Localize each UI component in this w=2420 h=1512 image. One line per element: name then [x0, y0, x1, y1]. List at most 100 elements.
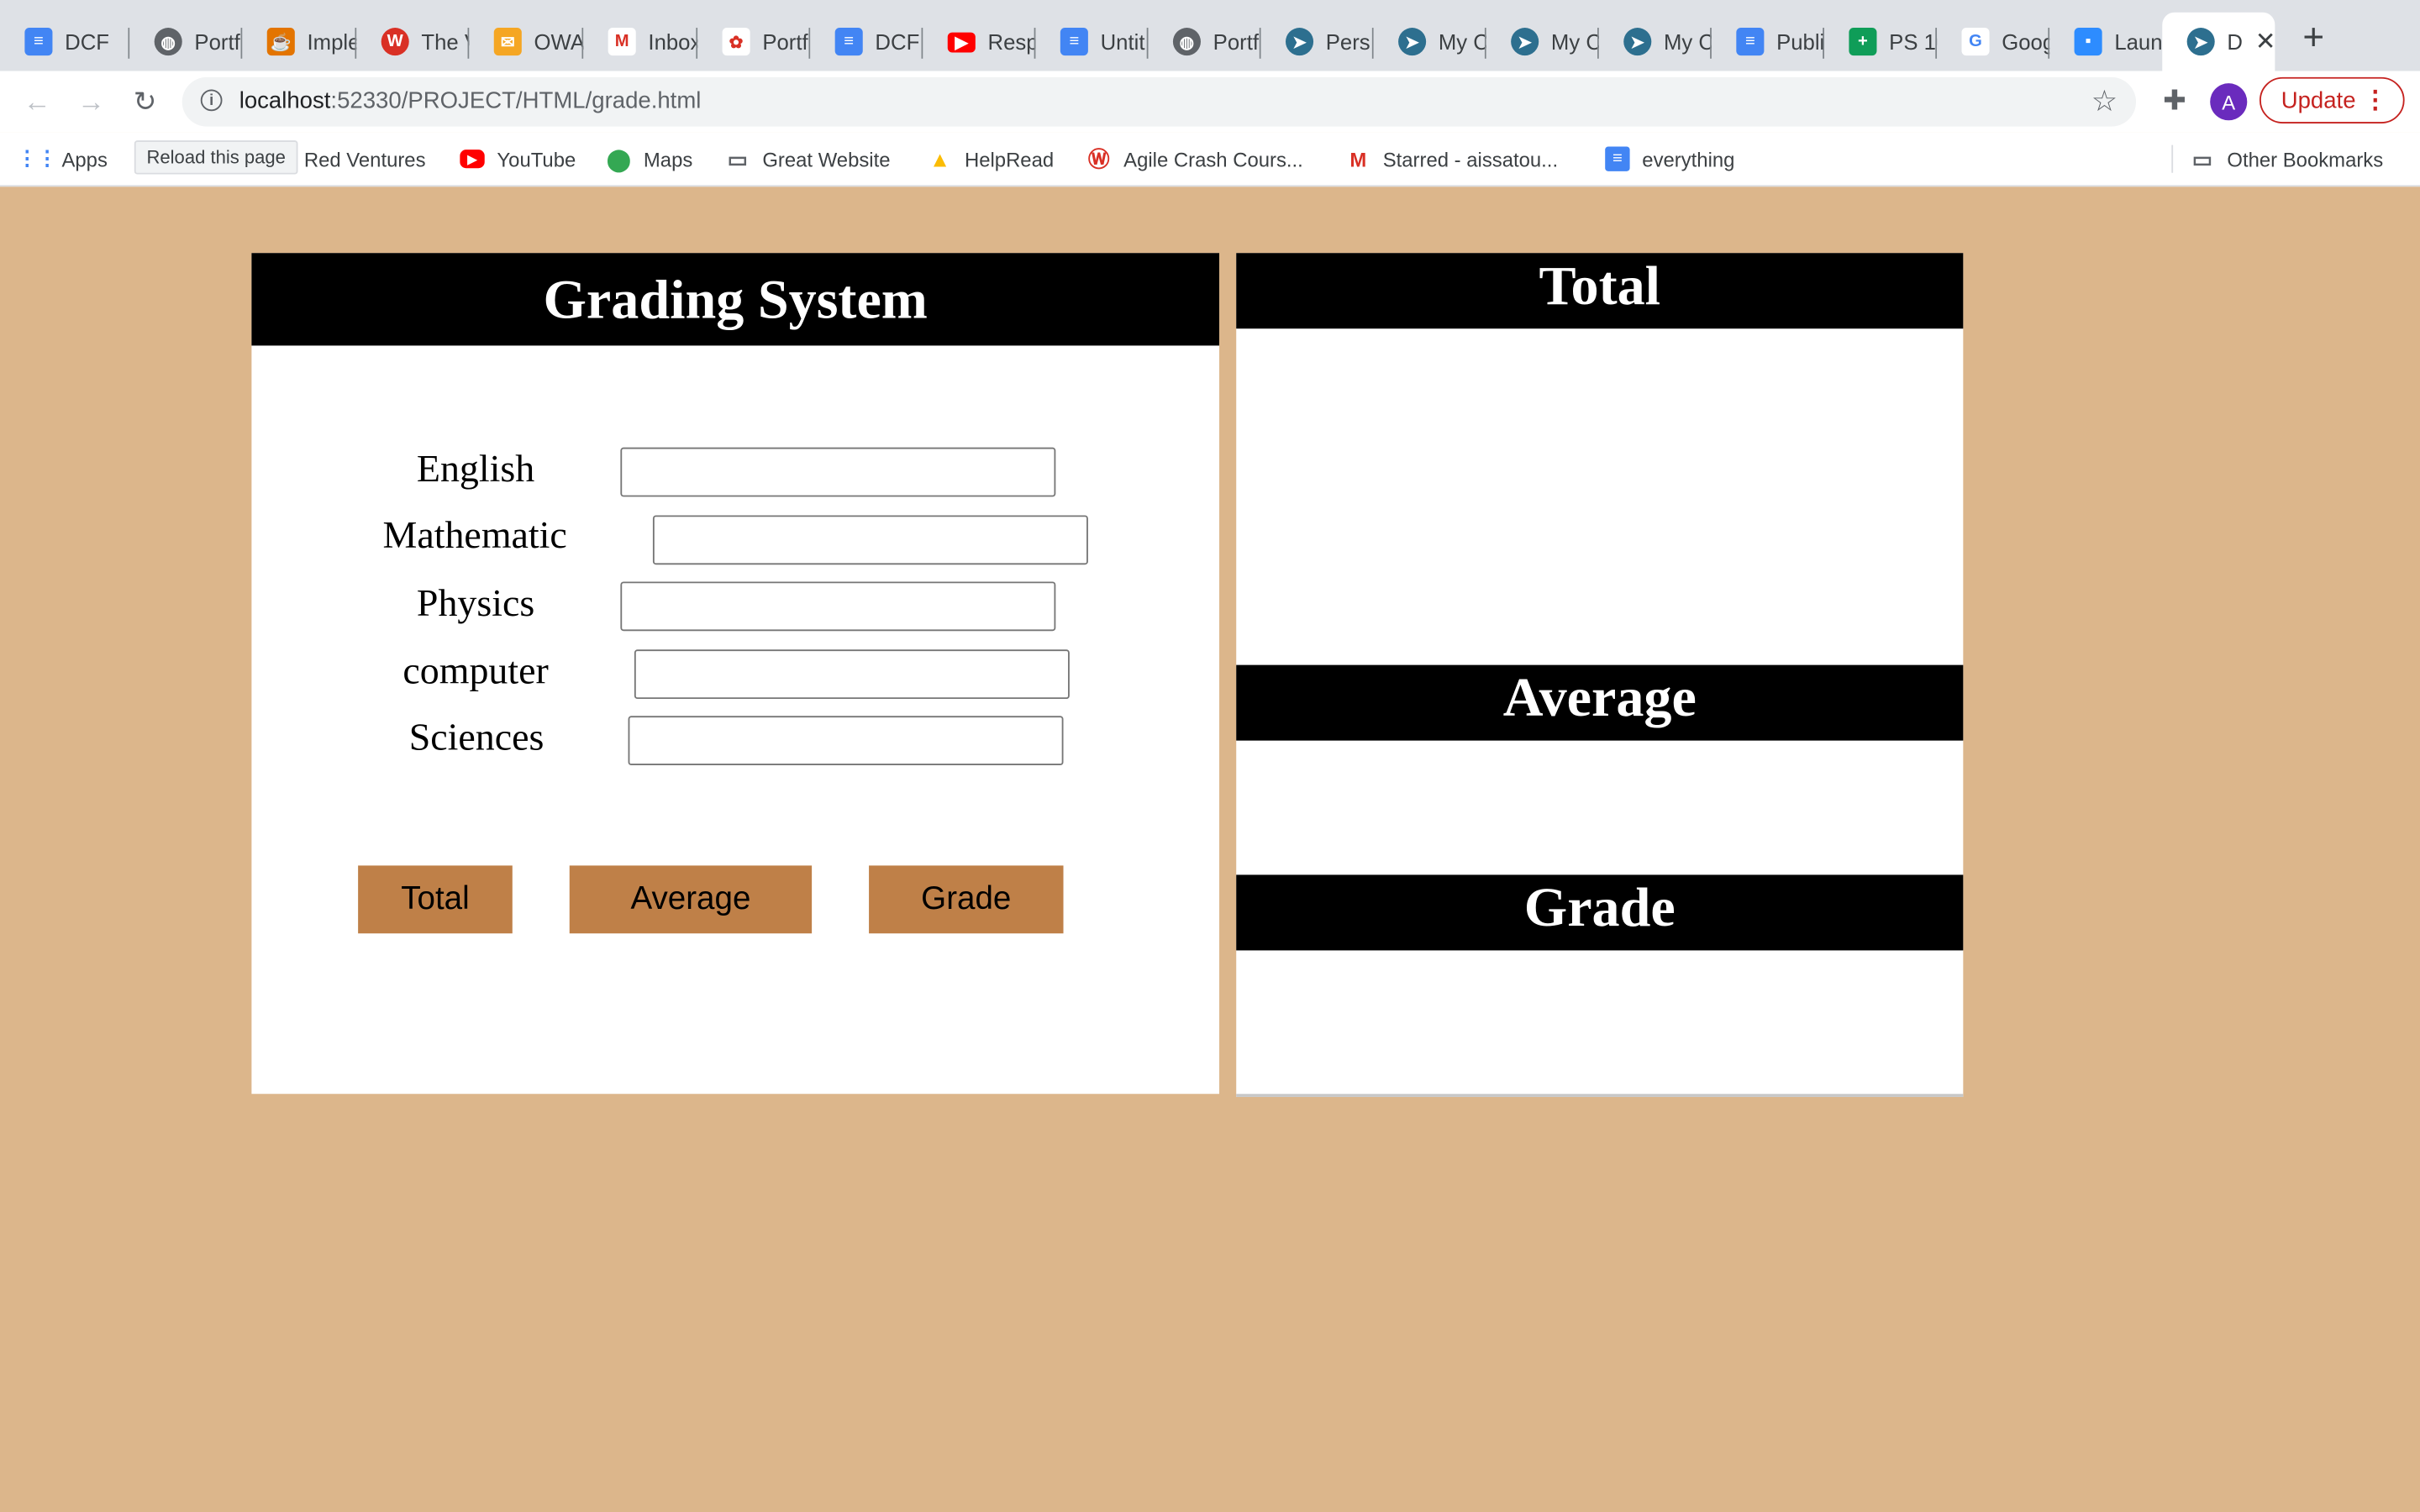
- update-button[interactable]: Update ⋮: [2259, 76, 2405, 123]
- tab-0[interactable]: ≡ DCF: [0, 13, 130, 71]
- grading-form-panel: Grading System English Mathematic Physic…: [251, 253, 1220, 1095]
- bookmark-maps[interactable]: ⬤ Maps: [607, 145, 692, 173]
- tab-3[interactable]: W The V: [356, 13, 470, 71]
- cursor-icon: ➤: [1511, 28, 1539, 56]
- tab-9[interactable]: ≡ Untit: [1035, 13, 1149, 71]
- avatar[interactable]: A: [2210, 83, 2248, 121]
- forward-icon[interactable]: →: [72, 83, 109, 120]
- tab-12[interactable]: ➤ My C: [1374, 13, 1486, 71]
- subject-label-sciences: Sciences: [408, 717, 544, 759]
- tab-label: DCF: [65, 29, 110, 55]
- zoom-icon: ▪: [2074, 28, 2102, 56]
- tab-13[interactable]: ➤ My C: [1486, 13, 1599, 71]
- new-tab-button[interactable]: +: [2293, 17, 2333, 59]
- tab-label: Portf: [1213, 29, 1260, 55]
- english-field[interactable]: [620, 447, 1056, 497]
- bookmark-youtube[interactable]: ▶ YouTube: [460, 145, 576, 173]
- drive-icon: ▲: [929, 146, 951, 171]
- tab-4[interactable]: ✉ OWA: [469, 13, 584, 71]
- results-panel: Total Average Grade: [1236, 253, 1964, 1097]
- tab-14[interactable]: ➤ My C: [1599, 13, 1712, 71]
- subject-label-english: English: [416, 449, 535, 491]
- sheets-icon: +: [1849, 28, 1877, 56]
- wheel-icon: ✿: [722, 28, 750, 56]
- wordpress-icon: Ⓦ: [1087, 146, 1110, 171]
- total-button[interactable]: Total: [358, 865, 513, 934]
- bookmark-agile[interactable]: Ⓦ Agile Crash Cours...: [1086, 145, 1303, 173]
- close-icon[interactable]: ✕: [2255, 26, 2275, 57]
- tab-6[interactable]: ✿ Portf: [697, 13, 811, 71]
- tab-10[interactable]: ◍ Portf: [1149, 13, 1261, 71]
- maps-pin-icon: ⬤: [607, 145, 631, 171]
- tab-label: The V: [421, 29, 469, 55]
- menu-dots-icon[interactable]: ⋮: [2363, 85, 2387, 116]
- docs-icon: ≡: [834, 28, 863, 56]
- total-heading: Total: [1236, 253, 1964, 329]
- tab-label: Laun: [2114, 29, 2163, 55]
- computer-field[interactable]: [634, 649, 1070, 700]
- gmail-icon: M: [608, 28, 636, 56]
- apps-grid-icon: ⋮⋮: [17, 146, 57, 171]
- reload-icon[interactable]: ↻: [127, 83, 164, 120]
- tab-1[interactable]: ◍ Portf: [129, 13, 243, 71]
- mathematic-field[interactable]: [652, 515, 1088, 565]
- cursor-icon: ➤: [2186, 28, 2215, 56]
- tab-label: Inbox: [648, 29, 698, 55]
- subject-label-computer: computer: [402, 651, 549, 693]
- bookmarks-divider: [2171, 144, 2174, 173]
- bookmark-other[interactable]: ▭ Other Bookmarks: [2190, 145, 2383, 173]
- tab-7[interactable]: ≡ DCF: [810, 13, 923, 71]
- bookmark-red-ventures[interactable]: Red Ventures: [304, 145, 426, 173]
- owa-icon: ✉: [493, 28, 522, 56]
- tab-label: My C: [1438, 29, 1486, 55]
- bookmark-starred[interactable]: M Starred - aissatou...: [1346, 145, 1558, 173]
- globe-icon: ◍: [154, 28, 182, 56]
- tab-8[interactable]: ▶ Resp: [923, 13, 1036, 71]
- docs-icon: ≡: [1605, 146, 1630, 171]
- bookmark-everything[interactable]: ≡ everything: [1605, 145, 1734, 173]
- browser-window: ≡ DCF ◍ Portf ☕ Imple W The V ✉ OWA M In…: [0, 0, 2420, 1512]
- tab-15[interactable]: ≡ Publi: [1712, 13, 1825, 71]
- url-text: localhost:52330/PROJECT/HTML/grade.html: [239, 87, 702, 114]
- physics-field[interactable]: [620, 581, 1056, 632]
- cursor-icon: ➤: [1398, 28, 1427, 56]
- bookmark-apps[interactable]: ⋮⋮ Apps: [17, 145, 108, 173]
- tab-2[interactable]: ☕ Imple: [242, 13, 357, 71]
- address-bar[interactable]: i localhost:52330/PROJECT/HTML/grade.htm…: [182, 76, 2137, 127]
- tab-label: Goog: [2002, 29, 2050, 55]
- tab-label: My C: [1664, 29, 1712, 55]
- tab-5[interactable]: M Inbox: [583, 13, 698, 71]
- average-heading: Average: [1236, 664, 1964, 741]
- bookmark-great-website[interactable]: ▭ Great Website: [725, 145, 891, 173]
- tab-active[interactable]: ➤ D ✕: [2162, 12, 2275, 71]
- grade-button[interactable]: Grade: [869, 865, 1064, 934]
- youtube-icon: ▶: [947, 31, 976, 52]
- star-icon[interactable]: ☆: [2091, 85, 2118, 120]
- tab-18[interactable]: ▪ Laun: [2049, 13, 2162, 71]
- cursor-icon: ➤: [1623, 28, 1652, 56]
- tab-label: Publi: [1776, 29, 1825, 55]
- tab-label: D: [2227, 29, 2244, 55]
- average-button[interactable]: Average: [569, 865, 813, 934]
- globe-icon: ◍: [1172, 28, 1201, 56]
- folder-icon: ▭: [2191, 145, 2213, 171]
- tab-16[interactable]: + PS 10: [1824, 13, 1938, 71]
- subject-label-physics: Physics: [416, 583, 535, 625]
- extensions-icon[interactable]: ✚: [2158, 83, 2191, 117]
- tab-label: PS 10: [1889, 29, 1937, 55]
- google-icon: G: [1961, 28, 1990, 56]
- grade-heading: Grade: [1236, 874, 1964, 951]
- folder-icon: ▭: [727, 145, 749, 171]
- info-icon[interactable]: i: [200, 89, 223, 112]
- gmail-icon: M: [1349, 147, 1367, 171]
- sciences-field[interactable]: [628, 716, 1064, 766]
- tab-label: Untit: [1100, 29, 1145, 55]
- bookmark-helpread[interactable]: ▲ HelpRead: [928, 145, 1054, 173]
- tab-17[interactable]: G Goog: [1937, 13, 2050, 71]
- tab-label: Imple: [307, 29, 357, 55]
- docs-icon: ≡: [1060, 28, 1088, 56]
- page-title: Grading System: [251, 253, 1220, 346]
- tab-11[interactable]: ➤ Pers: [1261, 13, 1374, 71]
- cup-icon: ☕: [266, 28, 295, 56]
- back-icon[interactable]: ←: [18, 83, 55, 120]
